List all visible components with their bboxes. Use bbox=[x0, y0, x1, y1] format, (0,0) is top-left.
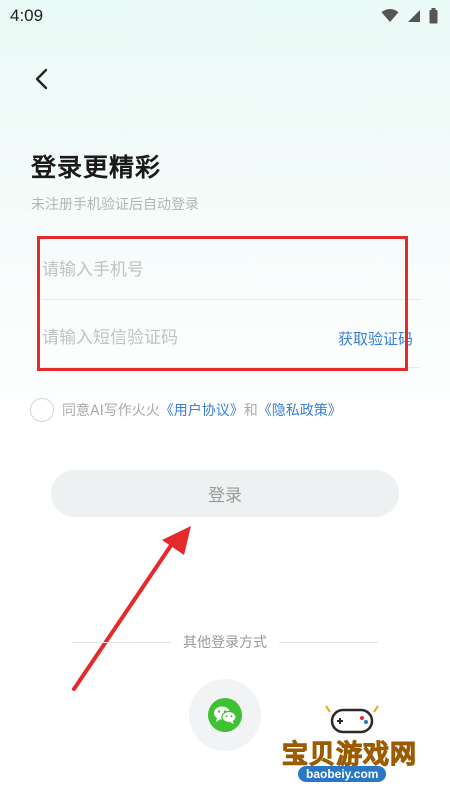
status-time: 4:09 bbox=[10, 6, 44, 25]
status-bar: 4:09 bbox=[0, 0, 450, 32]
highlight-box bbox=[37, 236, 408, 371]
page-title: 登录更精彩 bbox=[31, 153, 162, 182]
agreement-prefix: 同意AI写作火火 bbox=[62, 403, 160, 419]
wifi-icon bbox=[381, 9, 399, 22]
divider-line-right bbox=[279, 641, 378, 643]
page-subtitle: 未注册手机验证后自动登录 bbox=[31, 197, 199, 213]
back-button[interactable] bbox=[26, 62, 56, 96]
battery-icon bbox=[429, 8, 438, 24]
user-agreement-link[interactable]: 《用户协议》 bbox=[160, 400, 244, 420]
agreement-checkbox[interactable] bbox=[30, 398, 54, 422]
watermark-url: baobeiy.com bbox=[298, 766, 387, 782]
wechat-login-button[interactable] bbox=[189, 679, 261, 751]
divider-line-left bbox=[72, 641, 171, 643]
other-login-label: 其他登录方式 bbox=[183, 635, 267, 651]
chevron-left-icon bbox=[35, 68, 48, 90]
login-button[interactable]: 登录 bbox=[51, 470, 399, 517]
status-icons bbox=[381, 8, 438, 24]
gamepad-icon bbox=[325, 705, 379, 734]
cellular-signal-icon bbox=[408, 10, 420, 22]
wechat-icon bbox=[208, 698, 242, 732]
agreement-row: 同意AI写作火火 《用户协议》 和 《隐私政策》 bbox=[30, 397, 342, 423]
agreement-and: 和 bbox=[243, 403, 258, 419]
site-watermark: 宝贝游戏网 baobeiy.com bbox=[272, 700, 442, 792]
other-login-divider: 其他登录方式 bbox=[72, 631, 378, 653]
privacy-policy-link[interactable]: 《隐私政策》 bbox=[258, 400, 342, 420]
